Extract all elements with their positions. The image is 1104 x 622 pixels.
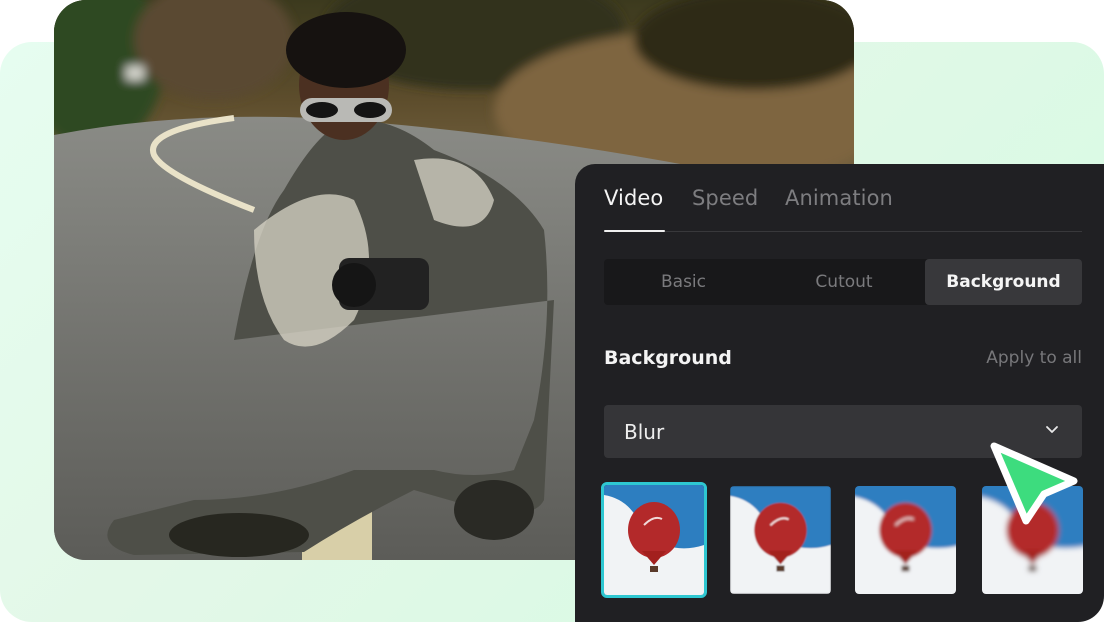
- balloon-image: [604, 485, 704, 595]
- apply-to-all-button[interactable]: Apply to all: [986, 348, 1082, 368]
- background-type-dropdown[interactable]: Blur: [604, 405, 1082, 458]
- thumbnail-blur-3[interactable]: [855, 486, 956, 594]
- tab-animation[interactable]: Animation: [785, 186, 893, 210]
- segment-basic[interactable]: Basic: [604, 259, 763, 305]
- segment-cutout[interactable]: Cutout: [763, 259, 925, 305]
- thumbnail-blur-2[interactable]: [730, 486, 831, 594]
- tab-speed[interactable]: Speed: [692, 186, 758, 210]
- segmented-control: Basic Cutout Background: [604, 259, 1082, 305]
- balloon-image: [855, 486, 956, 594]
- dropdown-value: Blur: [624, 420, 665, 444]
- panel-tabs: Video Speed Animation: [604, 164, 1082, 232]
- tab-video[interactable]: Video: [604, 186, 663, 210]
- balloon-image: [730, 486, 831, 594]
- section-title: Background: [604, 347, 732, 369]
- active-tab-indicator: [604, 230, 665, 232]
- thumbnail-blur-1[interactable]: [601, 482, 707, 598]
- thumbnail-blur-4[interactable]: [982, 486, 1083, 594]
- segment-background[interactable]: Background: [925, 259, 1082, 305]
- chevron-down-icon: [1046, 426, 1058, 433]
- balloon-image: [982, 486, 1083, 594]
